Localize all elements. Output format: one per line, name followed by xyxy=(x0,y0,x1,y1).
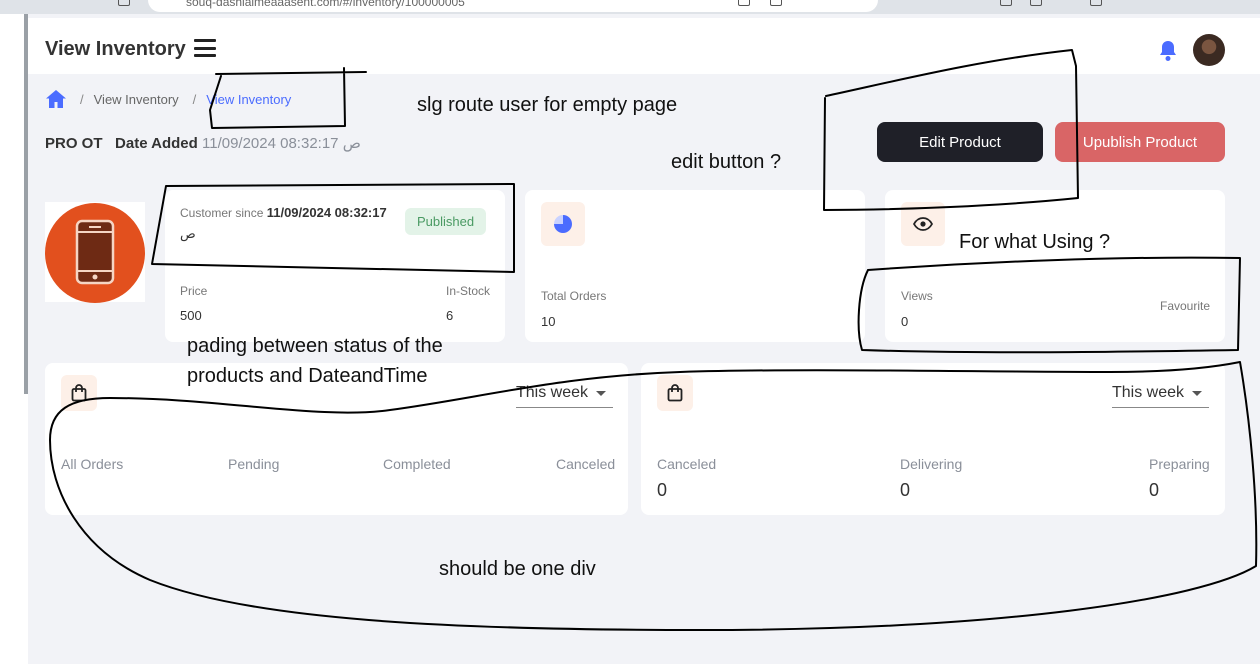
bag-icon xyxy=(61,375,97,411)
extension-icon[interactable] xyxy=(770,0,782,6)
pie-icon xyxy=(541,202,585,246)
column-pending: Pending xyxy=(228,456,280,472)
column-delivering-label: Delivering xyxy=(900,456,963,472)
breadcrumb-separator: / xyxy=(80,91,84,107)
hamburger-icon[interactable] xyxy=(194,39,216,57)
period-select-value: This week xyxy=(1112,384,1185,401)
total-orders-label: Total Orders xyxy=(541,289,607,303)
stock-label: In-Stock xyxy=(446,284,491,298)
edit-product-button[interactable]: Edit Product xyxy=(877,122,1043,162)
views-card: Views 0 Favourite xyxy=(885,190,1225,342)
column-canceled-label: Canceled xyxy=(657,456,717,472)
annotation-one-div: should be one div xyxy=(439,558,596,580)
column-all-orders: All Orders xyxy=(61,456,124,472)
period-select[interactable]: This week xyxy=(516,384,613,408)
breadcrumb: / View Inventory / View Inventory xyxy=(46,88,291,110)
price-label: Price xyxy=(180,284,208,298)
page-title: View Inventory xyxy=(45,38,186,60)
annotation-padding-line2: products and DateandTime xyxy=(187,365,428,387)
extension-icon[interactable] xyxy=(1030,0,1042,6)
eye-icon xyxy=(901,202,945,246)
bell-icon[interactable] xyxy=(1158,40,1178,62)
home-icon[interactable] xyxy=(46,90,66,108)
phone-icon xyxy=(75,219,115,285)
product-meta: PRO OT Date Added 11/09/2024 08:32:17 ص xyxy=(45,134,361,152)
customer-since-label: Customer since xyxy=(180,206,264,220)
annotation-padding-line1: pading between status of the xyxy=(187,335,443,357)
stock-value: 6 xyxy=(446,308,454,323)
extension-icon[interactable] xyxy=(1000,0,1012,6)
column-delivering-value: 0 xyxy=(900,480,911,500)
column-completed: Completed xyxy=(383,456,451,472)
column-preparing-value: 0 xyxy=(1149,480,1160,500)
period-select[interactable]: This week xyxy=(1112,384,1209,408)
unpublish-product-button[interactable]: Upublish Product xyxy=(1055,122,1225,162)
annotation-route: slg route user for empty page xyxy=(417,94,678,116)
status-badge: Published xyxy=(405,208,487,235)
product-name: PRO OT xyxy=(45,135,103,152)
breadcrumb-item[interactable]: View Inventory xyxy=(94,92,179,107)
breadcrumb-item-current[interactable]: View Inventory xyxy=(206,92,291,107)
total-orders-card: Total Orders 10 xyxy=(525,190,865,342)
customer-since: Customer since 11/09/2024 08:32:17 xyxy=(180,205,387,220)
avatar[interactable] xyxy=(1193,34,1225,66)
annotation-edit: edit button ? xyxy=(671,151,782,173)
breadcrumb-separator: / xyxy=(192,91,197,107)
product-info-card: Customer since 11/09/2024 08:32:17 ص Pub… xyxy=(165,190,505,342)
column-canceled-value: 0 xyxy=(657,480,668,500)
orders-panel-right: This week Canceled 0 Delivering 0 Prepar… xyxy=(641,363,1225,515)
caret-down-icon xyxy=(1192,390,1203,396)
favourite-label: Favourite xyxy=(1160,299,1211,313)
date-added-label: Date Added xyxy=(115,135,198,152)
address-bar[interactable]: souq-dashlaimeaaasent.com/#/inventory/10… xyxy=(148,0,878,12)
annotation-using: For what Using ? xyxy=(959,231,1111,253)
views-label: Views xyxy=(901,289,933,303)
views-value: 0 xyxy=(901,314,909,329)
star-icon[interactable] xyxy=(118,0,130,6)
customer-since-suffix: ص xyxy=(180,226,196,241)
browser-chrome: souq-dashlaimeaaasent.com/#/inventory/10… xyxy=(0,0,1260,14)
top-bar: View Inventory xyxy=(28,18,1260,74)
bag-icon xyxy=(657,375,693,411)
product-image xyxy=(45,202,145,303)
period-select-value: This week xyxy=(516,384,589,401)
caret-down-icon xyxy=(596,390,607,396)
price-value: 500 xyxy=(180,308,202,323)
column-preparing-label: Preparing xyxy=(1149,456,1210,472)
total-orders-value: 10 xyxy=(541,314,556,329)
column-canceled: Canceled xyxy=(556,456,616,472)
extension-icon[interactable] xyxy=(1090,0,1102,6)
date-added-value: 11/09/2024 08:32:17 ص xyxy=(202,135,361,152)
customer-since-value: 11/09/2024 08:32:17 xyxy=(266,205,387,220)
extension-icon[interactable] xyxy=(738,0,750,6)
